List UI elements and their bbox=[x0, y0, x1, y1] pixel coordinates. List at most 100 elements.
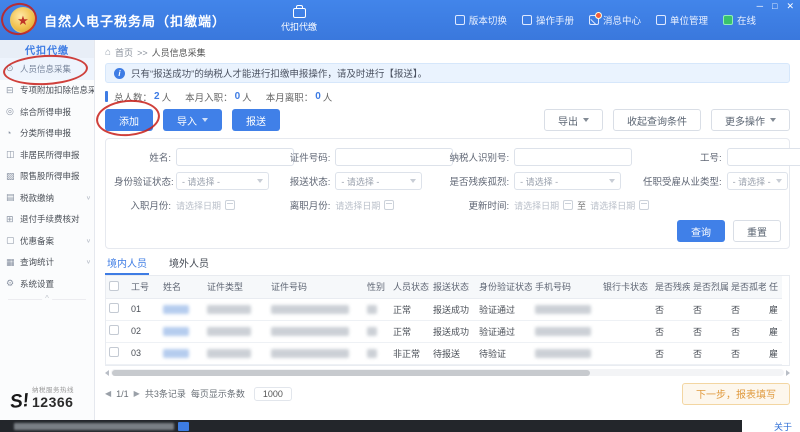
redacted-id-number bbox=[271, 349, 349, 358]
sidebar-item-comprehensive-income[interactable]: ◎ 综合所得申报 bbox=[0, 101, 94, 123]
close-button[interactable]: ✕ bbox=[786, 2, 794, 11]
name-input[interactable] bbox=[176, 148, 294, 166]
more-actions-button[interactable]: 更多操作 bbox=[711, 109, 790, 131]
menu-item-message-center[interactable]: 消息中心 bbox=[589, 13, 641, 27]
caret-down-icon bbox=[202, 118, 208, 122]
col-name: 姓名 bbox=[160, 276, 204, 298]
tab-domestic-personnel[interactable]: 境内人员 bbox=[105, 255, 149, 275]
calendar-icon bbox=[563, 200, 573, 210]
col-is-martyr: 是否烈属 bbox=[690, 276, 728, 298]
maximize-button[interactable]: □ bbox=[772, 2, 777, 11]
breadcrumb-home[interactable]: 首页 bbox=[115, 46, 133, 59]
titlebar: ★ 自然人电子税务局（扣缴端） 代扣代缴 版本切换 操作手册 消息中心 单位管理 bbox=[0, 0, 800, 40]
calendar-icon bbox=[639, 200, 649, 210]
cell-verify-status: 验证通过 bbox=[476, 320, 532, 342]
menu-item-unit-management[interactable]: 单位管理 bbox=[656, 13, 708, 27]
verify-status-select[interactable]: - 请选择 - bbox=[176, 172, 269, 190]
prev-page-icon[interactable]: ◀ bbox=[105, 389, 111, 398]
update-time-start-datepicker[interactable]: 请选择日期 bbox=[514, 199, 573, 212]
sidebar-item-query-statistics[interactable]: ▦ 查询统计 ∨ bbox=[0, 252, 94, 274]
query-button[interactable]: 查询 bbox=[677, 220, 725, 242]
table-row: 01 正常 报送成功 验证通过 否 否 否 bbox=[106, 298, 782, 320]
menu-item-online-status[interactable]: 在线 bbox=[723, 13, 756, 27]
reset-button[interactable]: 重置 bbox=[733, 220, 781, 242]
join-month-datepicker[interactable]: 请选择日期 bbox=[176, 199, 235, 212]
sidebar-item-nonresident-income[interactable]: ◫ 非居民所得申报 bbox=[0, 144, 94, 166]
taskbar-window-preview[interactable] bbox=[14, 423, 174, 430]
update-time-end-datepicker[interactable]: 请选择日期 bbox=[590, 199, 649, 212]
per-page-select[interactable]: 1000 bbox=[254, 387, 292, 401]
next-page-icon[interactable]: ▶ bbox=[134, 389, 140, 398]
titlebar-menu: 版本切换 操作手册 消息中心 单位管理 在线 bbox=[455, 13, 756, 27]
taskbar-app-icon[interactable] bbox=[178, 422, 189, 431]
caret-down-icon bbox=[770, 118, 776, 122]
select-all-checkbox[interactable] bbox=[109, 281, 119, 291]
about-link[interactable]: 关于 bbox=[774, 420, 792, 432]
table-row: 03 非正常 待报送 待验证 否 否 否 bbox=[106, 342, 782, 364]
employment-type-select[interactable]: - 请选择 - bbox=[727, 172, 788, 190]
document-icon: ▢ bbox=[6, 235, 17, 246]
disability-select[interactable]: - 请选择 - bbox=[514, 172, 620, 190]
minimize-button[interactable]: ─ bbox=[757, 2, 763, 11]
sidebar-item-restricted-shares[interactable]: ▨ 限售股所得申报 bbox=[0, 166, 94, 188]
col-report-status: 报送状态 bbox=[430, 276, 476, 298]
export-button[interactable]: 导出 bbox=[544, 109, 603, 131]
sidebar-item-tax-payment[interactable]: ▤ 税款缴纳 ∨ bbox=[0, 187, 94, 209]
import-button[interactable]: 导入 bbox=[163, 109, 222, 131]
calendar-icon bbox=[384, 200, 394, 210]
module-tab-withholding[interactable]: 代扣代缴 bbox=[281, 8, 317, 33]
os-taskbar bbox=[0, 420, 742, 432]
window-controls: ─ □ ✕ bbox=[757, 2, 794, 11]
report-button[interactable]: 报送 bbox=[232, 109, 280, 131]
col-person-status: 人员状态 bbox=[390, 276, 430, 298]
table-row: 02 正常 报送成功 验证通过 否 否 否 bbox=[106, 320, 782, 342]
col-is-lonely-elder: 是否孤老 bbox=[728, 276, 766, 298]
stats-total-value: 2 bbox=[154, 91, 160, 102]
leave-month-datepicker[interactable]: 请选择日期 bbox=[335, 199, 394, 212]
join-month-label: 入职月份: bbox=[114, 198, 176, 212]
collapse-query-button[interactable]: 收起查询条件 bbox=[613, 109, 701, 131]
redacted-name bbox=[163, 349, 189, 358]
pagination-bar: ◀ 1/1 ▶ 共3条记录 每页显示条数 1000 下一步，报表填写 bbox=[105, 382, 790, 406]
verify-status-label: 身份验证状态: bbox=[114, 174, 176, 188]
redacted-name bbox=[163, 305, 189, 314]
sidebar-item-preference-filing[interactable]: ▢ 优惠备案 ∨ bbox=[0, 230, 94, 252]
about-zone: 关于 bbox=[742, 420, 800, 432]
horizontal-scrollbar[interactable] bbox=[105, 369, 790, 377]
folder-icon: ▤ bbox=[6, 192, 17, 203]
scroll-left-icon[interactable] bbox=[105, 370, 109, 376]
table-header-row: 工号 姓名 证件类型 证件号码 性别 人员状态 报送状态 身份验证状态 手机号码… bbox=[106, 276, 782, 298]
sidebar-item-fee-refund-check[interactable]: ⊞ 退付手续费核对 bbox=[0, 209, 94, 231]
taxpayer-id-input[interactable] bbox=[514, 148, 632, 166]
add-button[interactable]: 添加 bbox=[105, 109, 153, 131]
date-range-joiner: 至 bbox=[577, 199, 586, 212]
caret-down-icon bbox=[609, 179, 615, 183]
update-time-label: 更新时间: bbox=[430, 198, 514, 212]
breadcrumb-separator: >> bbox=[137, 48, 148, 58]
comprehensive-income-icon: ◎ bbox=[6, 106, 17, 117]
redacted-id-type bbox=[207, 327, 251, 336]
report-status-select[interactable]: - 请选择 - bbox=[335, 172, 422, 190]
sidebar-item-personnel-info[interactable]: ⊙ 人员信息采集 bbox=[0, 58, 94, 80]
employee-no-input[interactable] bbox=[727, 148, 800, 166]
cell-person-status: 正常 bbox=[390, 298, 430, 320]
id-number-label: 证件号码: bbox=[277, 150, 335, 164]
sidebar-item-special-deduction[interactable]: ⊟ 专项附加扣除信息采集 bbox=[0, 80, 94, 102]
scroll-right-icon[interactable] bbox=[786, 370, 790, 376]
sidebar-collapse-handle[interactable] bbox=[8, 299, 86, 300]
redacted-gender bbox=[367, 327, 377, 336]
menu-item-manual[interactable]: 操作手册 bbox=[522, 13, 574, 27]
chevron-down-icon: ∨ bbox=[86, 195, 91, 201]
sidebar-item-system-settings[interactable]: ⚙ 系统设置 bbox=[0, 273, 94, 295]
menu-item-version-switch[interactable]: 版本切换 bbox=[455, 13, 507, 27]
scrollbar-thumb[interactable] bbox=[112, 370, 590, 376]
row-checkbox[interactable] bbox=[109, 303, 119, 313]
next-step-button[interactable]: 下一步，报表填写 bbox=[682, 383, 790, 405]
cell-employee-no: 03 bbox=[128, 342, 160, 364]
tab-overseas-personnel[interactable]: 境外人员 bbox=[167, 255, 211, 275]
col-phone: 手机号码 bbox=[532, 276, 600, 298]
row-checkbox[interactable] bbox=[109, 325, 119, 335]
cell-bank-card-status bbox=[600, 298, 652, 320]
sidebar-item-classified-income[interactable]: ◔ 分类所得申报 bbox=[0, 123, 94, 145]
row-checkbox[interactable] bbox=[109, 347, 119, 357]
